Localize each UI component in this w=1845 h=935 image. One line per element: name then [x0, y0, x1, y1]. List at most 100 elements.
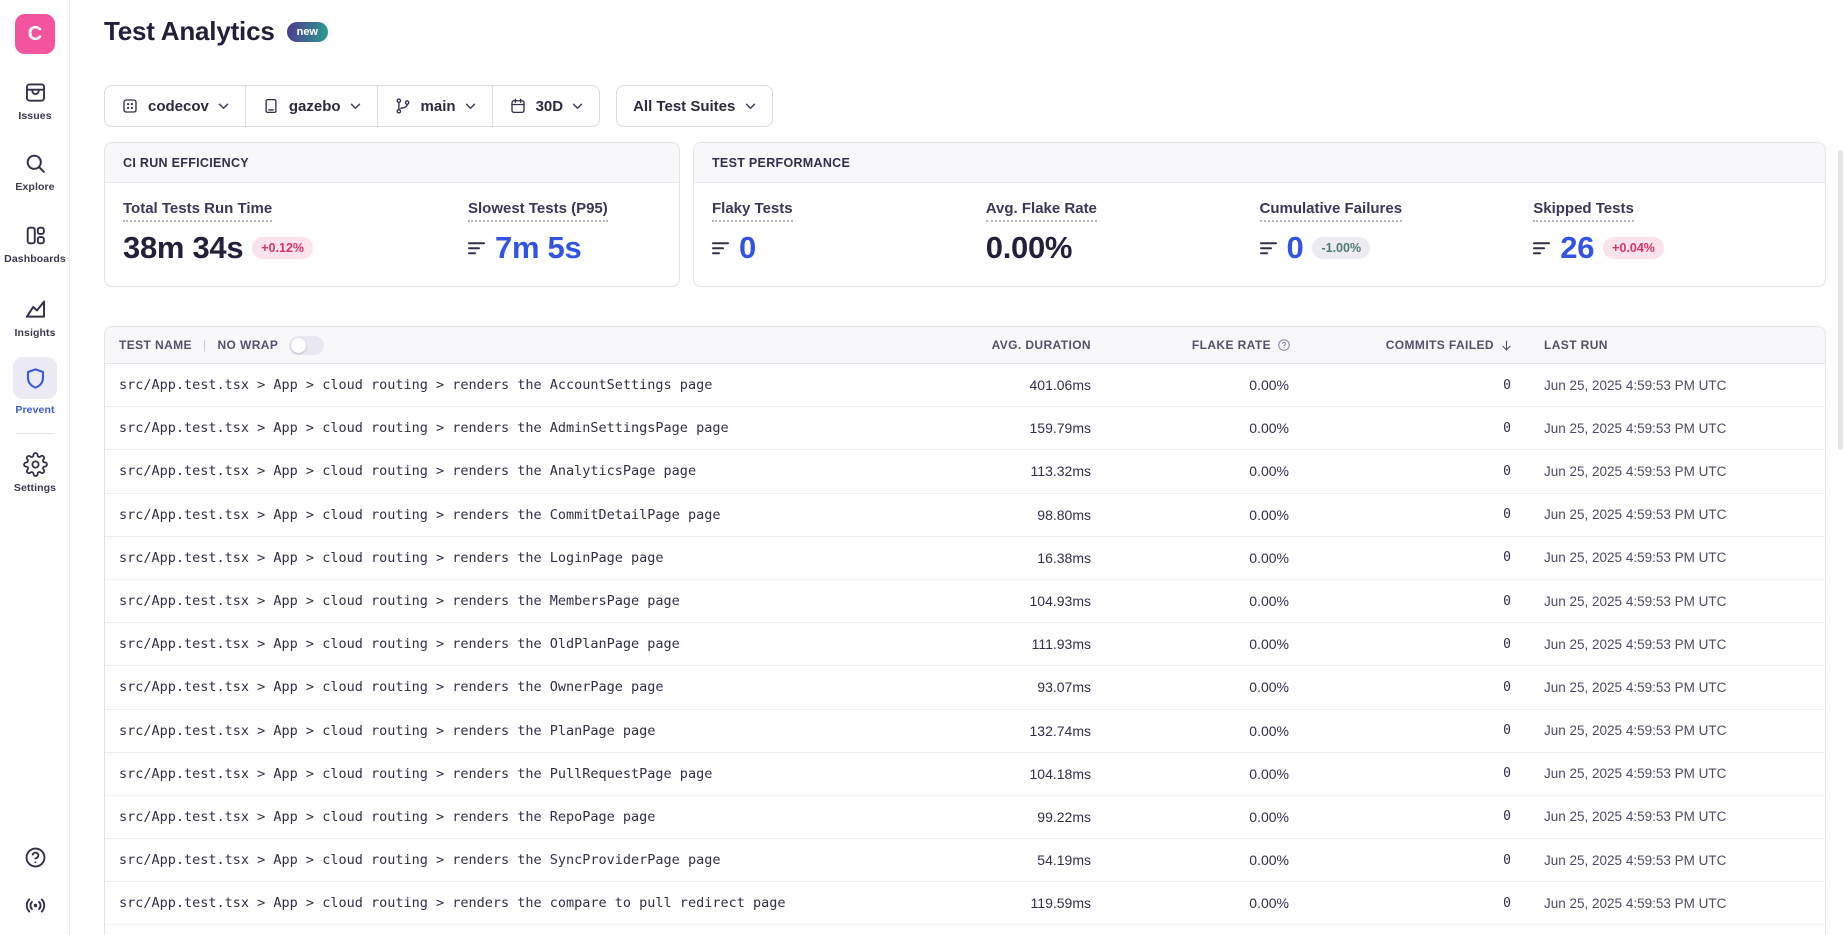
- metric-label: Flaky Tests: [712, 200, 793, 222]
- flake-rate-value: 0.00%: [1124, 636, 1322, 652]
- sidebar-item-settings[interactable]: Settings: [0, 452, 70, 494]
- avg-duration-value: 159.79ms: [974, 420, 1124, 436]
- sidebar-item-issues[interactable]: Issues: [0, 80, 70, 122]
- slowest-tests-filter[interactable]: 7m 5s: [468, 231, 581, 265]
- insights-chart-icon: [23, 297, 48, 322]
- table-row[interactable]: src/App.test.tsx > App > cloud routing >…: [105, 494, 1825, 537]
- panel-title: CI RUN EFFICIENCY: [105, 143, 679, 183]
- no-wrap-toggle[interactable]: [289, 336, 324, 355]
- flaky-tests-filter[interactable]: 0: [712, 231, 756, 265]
- flake-rate-value: 0.00%: [1124, 895, 1322, 911]
- sidebar-item-label: Settings: [14, 482, 56, 494]
- avg-duration-value: 98.80ms: [974, 507, 1124, 523]
- test-name: src/App.test.tsx > App > cloud routing >…: [105, 766, 974, 782]
- git-branch-icon: [394, 97, 412, 115]
- filter-lines-icon: [712, 241, 730, 256]
- delta-badge: +0.04%: [1603, 237, 1664, 259]
- table-row[interactable]: src/App.test.tsx > App > cloud routing >…: [105, 364, 1825, 407]
- test-suites-selector[interactable]: All Test Suites: [616, 85, 773, 127]
- delta-badge: -1.00%: [1312, 237, 1370, 259]
- sidebar-item-label: Issues: [18, 110, 51, 122]
- page-title: Test Analytics: [104, 16, 275, 47]
- avg-duration-value: 111.93ms: [974, 636, 1124, 652]
- sidebar-item-prevent[interactable]: Prevent: [0, 357, 70, 416]
- gear-icon: [23, 452, 48, 477]
- flake-rate-value: 0.00%: [1124, 463, 1322, 479]
- ci-run-efficiency-panel: CI RUN EFFICIENCY Total Tests Run Time 3…: [104, 142, 680, 287]
- help-circle-icon: [23, 845, 48, 870]
- sidebar: C Issues Explore Dashboards Insights Pre…: [0, 0, 70, 935]
- table-row[interactable]: src/App.test.tsx > App > cloud routing >…: [105, 623, 1825, 666]
- date-range-selector[interactable]: 30D: [492, 86, 600, 126]
- metric-value: 7m 5s: [495, 231, 581, 265]
- metric-flaky-tests: Flaky Tests 0: [712, 200, 986, 265]
- table-row[interactable]: src/App.test.tsx > App > cloud routing >…: [105, 407, 1825, 450]
- metric-label: Skipped Tests: [1533, 200, 1634, 222]
- repo-selector[interactable]: gazebo: [245, 86, 377, 126]
- active-item-highlight: [13, 357, 57, 399]
- commits-failed-value: 0: [1322, 421, 1544, 436]
- test-suites-label: All Test Suites: [633, 98, 735, 115]
- table-row[interactable]: src/App.test.tsx > App > cloud routing >…: [105, 753, 1825, 796]
- test-name: src/App.test.tsx > App > cloud routing >…: [105, 723, 974, 739]
- col-avg-duration[interactable]: AVG. DURATION: [974, 338, 1124, 352]
- table-row[interactable]: src/App.test.tsx > App > cloud routing >…: [105, 796, 1825, 839]
- col-test-name[interactable]: TEST NAME: [119, 338, 192, 352]
- info-question-icon[interactable]: [1277, 338, 1291, 352]
- last-run-value: Jun 25, 2025 4:59:53 PM UTC: [1544, 680, 1825, 695]
- flake-rate-value: 0.00%: [1124, 550, 1322, 566]
- test-name: src/App.test.tsx > App > cloud routing >…: [105, 852, 974, 868]
- broadcast-button[interactable]: [0, 893, 70, 918]
- logo-letter: C: [28, 23, 42, 46]
- header-separator: |: [203, 338, 207, 352]
- metric-label: Slowest Tests (P95): [468, 200, 608, 222]
- col-flake-rate[interactable]: FLAKE RATE: [1124, 338, 1322, 352]
- sidebar-item-dashboards[interactable]: Dashboards: [0, 223, 70, 265]
- test-performance-panel: TEST PERFORMANCE Flaky Tests 0 Avg. Flak…: [693, 142, 1826, 287]
- col-last-run[interactable]: LAST RUN: [1544, 338, 1825, 352]
- codecov-logo[interactable]: C: [15, 14, 55, 54]
- table-row[interactable]: src/App.test.tsx > App > cloud routing >…: [105, 666, 1825, 709]
- table-row[interactable]: src/App.test.tsx > App > cloud routing >…: [105, 450, 1825, 493]
- col-commits-failed[interactable]: COMMITS FAILED: [1322, 338, 1544, 352]
- table-header: TEST NAME | NO WRAP AVG. DURATION FLAKE …: [105, 327, 1825, 364]
- commits-failed-value: 0: [1322, 853, 1544, 868]
- last-run-value: Jun 25, 2025 4:59:53 PM UTC: [1544, 378, 1825, 393]
- sidebar-item-explore[interactable]: Explore: [0, 151, 70, 193]
- calendar-icon: [509, 97, 527, 115]
- commits-failed-value: 0: [1322, 464, 1544, 479]
- help-button[interactable]: [0, 845, 70, 870]
- cumulative-failures-filter[interactable]: 0 -1.00%: [1260, 231, 1371, 265]
- last-run-value: Jun 25, 2025 4:59:53 PM UTC: [1544, 723, 1825, 738]
- chevron-down-icon: [572, 103, 583, 110]
- skipped-tests-filter[interactable]: 26 +0.04%: [1533, 231, 1664, 265]
- metric-cumulative-failures: Cumulative Failures 0 -1.00%: [1260, 200, 1534, 265]
- filter-lines-icon: [1260, 241, 1278, 256]
- test-name: src/App.test.tsx > App > cloud routing >…: [105, 593, 974, 609]
- vertical-scrollbar[interactable]: [1838, 150, 1843, 450]
- table-row[interactable]: src/App.test.tsx > App > cloud routing >…: [105, 882, 1825, 925]
- test-name: src/App.test.tsx > App > cloud routing >…: [105, 895, 974, 911]
- chevron-down-icon: [350, 103, 361, 110]
- metric-avg-flake-rate: Avg. Flake Rate 0.00%: [986, 200, 1260, 265]
- table-row[interactable]: src/App.test.tsx > App > cloud routing >…: [105, 537, 1825, 580]
- toggle-knob: [291, 338, 306, 353]
- commits-failed-value: 0: [1322, 809, 1544, 824]
- commits-failed-value: 0: [1322, 378, 1544, 393]
- page-header: Test Analytics new: [104, 16, 328, 47]
- table-row[interactable]: src/App.test.tsx > App > cloud routing >…: [105, 839, 1825, 882]
- sidebar-item-label: Explore: [15, 181, 54, 193]
- last-run-value: Jun 25, 2025 4:59:53 PM UTC: [1544, 637, 1825, 652]
- table-row[interactable]: src/App.test.tsx > App > cloud routing >…: [105, 580, 1825, 623]
- table-row[interactable]: src/App.test.tsx > App > cloud routing >…: [105, 710, 1825, 753]
- commits-failed-value: 0: [1322, 507, 1544, 522]
- metric-label: Avg. Flake Rate: [986, 200, 1097, 222]
- branch-selector[interactable]: main: [377, 86, 492, 126]
- repo-icon: [262, 97, 280, 115]
- org-selector[interactable]: codecov: [105, 86, 245, 126]
- metric-value: 0.00%: [986, 231, 1072, 265]
- test-name: src/App.test.tsx > App > cloud routing >…: [105, 377, 974, 393]
- sidebar-item-insights[interactable]: Insights: [0, 297, 70, 339]
- test-name: src/App.test.tsx > App > cloud routing >…: [105, 507, 974, 523]
- test-name: src/App.test.tsx > App > cloud routing >…: [105, 463, 974, 479]
